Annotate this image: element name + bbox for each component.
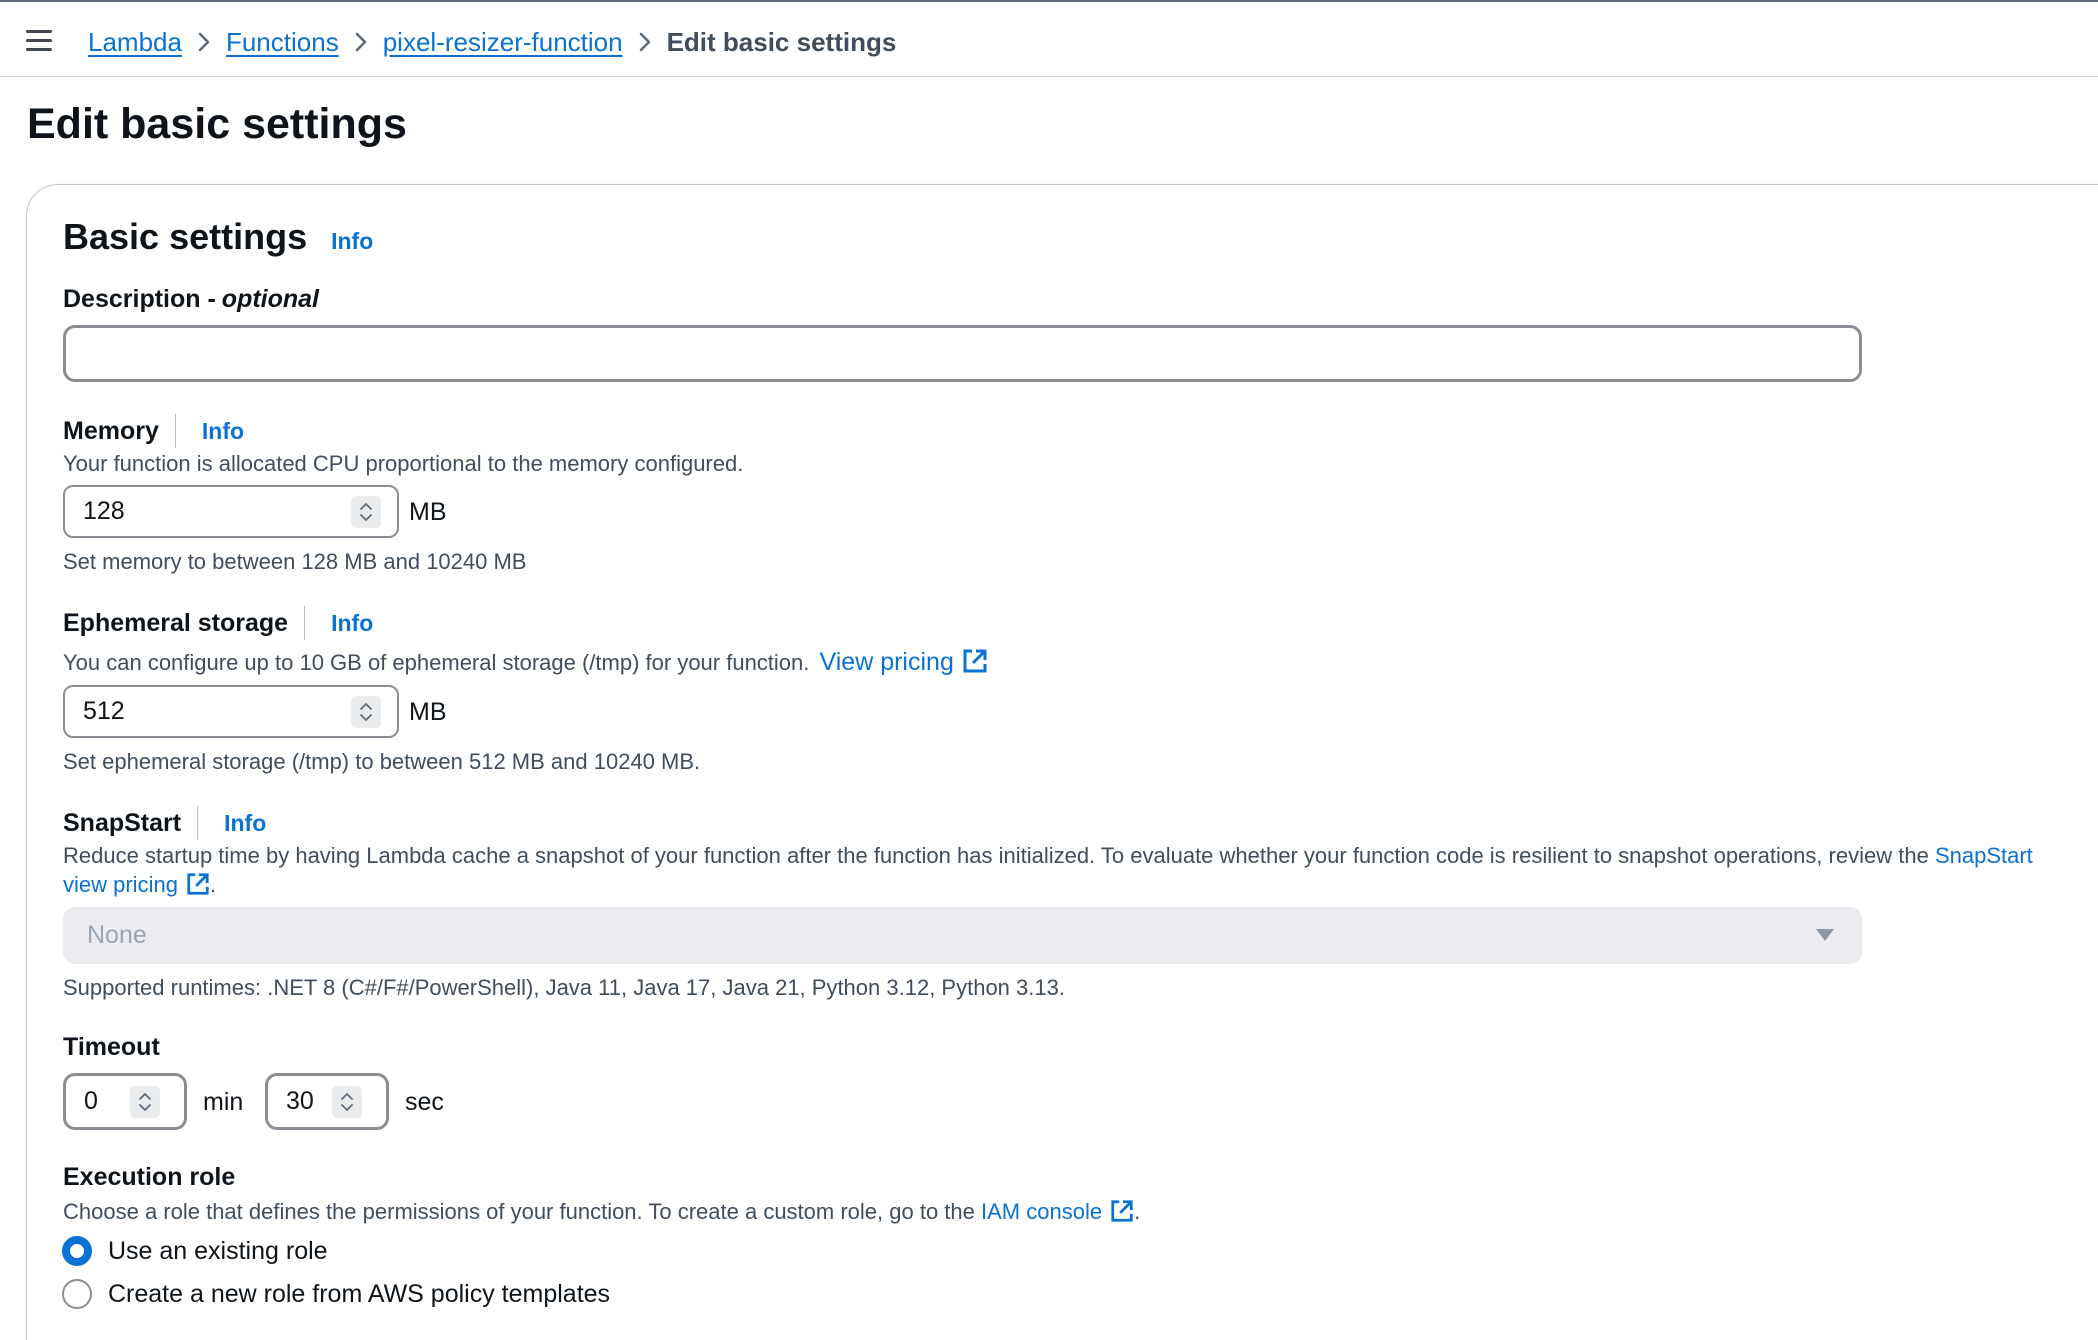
iam-console-link[interactable]: IAM console (981, 1199, 1134, 1224)
snapstart-view-pricing-link[interactable]: view pricing (63, 872, 210, 897)
iam-console-suffix: . (1134, 1199, 1141, 1224)
description-optional-text: optional (221, 285, 320, 313)
menu-icon[interactable] (26, 30, 52, 52)
ephemeral-storage-description: You can configure up to 10 GB of ephemer… (63, 648, 988, 677)
timeout-label-text: Timeout (63, 1033, 160, 1061)
snapstart-pricing-suffix: . (209, 872, 217, 897)
timeout-min-unit: min (203, 1088, 244, 1116)
stepper-icon[interactable] (351, 495, 381, 528)
memory-input[interactable]: 128 (63, 485, 399, 538)
timeout-seconds-value: 30 (286, 1087, 314, 1115)
view-pricing-link[interactable]: View pricing (820, 648, 988, 676)
execution-role-description-text: Choose a role that defines the permissio… (63, 1199, 975, 1224)
breadcrumb: Lambda Functions pixel-resizer-function … (88, 22, 896, 62)
page-title: Edit basic settings (27, 100, 407, 148)
basic-settings-info-link[interactable]: Info (331, 228, 373, 255)
radio-use-existing-role[interactable]: Use an existing role (62, 1236, 328, 1266)
stepper-icon[interactable] (351, 695, 381, 728)
ephemeral-storage-constraint: Set ephemeral storage (/tmp) to between … (63, 749, 701, 774)
execution-role-description: Choose a role that defines the permissio… (63, 1199, 1140, 1225)
execution-role-label: Execution role (63, 1163, 235, 1192)
timeout-minutes-value: 0 (84, 1087, 98, 1115)
snapstart-docs-link[interactable]: SnapStart (1935, 843, 2033, 868)
snapstart-label: SnapStart Info (63, 806, 266, 840)
ephemeral-storage-label: Ephemeral storage Info (63, 606, 373, 640)
snapstart-select[interactable]: None (63, 907, 1862, 964)
radio-button-selected[interactable] (62, 1236, 92, 1266)
snapstart-pricing-line: view pricing. (63, 872, 216, 898)
stepper-icon[interactable] (332, 1085, 362, 1118)
view-pricing-link-text: View pricing (819, 648, 954, 676)
snapstart-view-pricing-link-text: view pricing (63, 872, 178, 897)
memory-unit: MB (409, 498, 447, 526)
snapstart-info-link[interactable]: Info (224, 810, 266, 837)
ephemeral-storage-unit: MB (409, 698, 447, 726)
chevron-right-icon (339, 22, 383, 62)
caret-down-icon (1816, 929, 1834, 941)
timeout-label: Timeout (63, 1033, 160, 1062)
label-divider (304, 606, 306, 640)
iam-console-link-text: IAM console (981, 1199, 1103, 1224)
snapstart-selected-value: None (87, 921, 147, 949)
breadcrumb-current: Edit basic settings (666, 26, 897, 57)
snapstart-constraint: Supported runtimes: .NET 8 (C#/F#/PowerS… (63, 975, 1065, 1000)
execution-role-label-text: Execution role (63, 1163, 236, 1191)
label-divider (197, 806, 199, 840)
external-link-icon (187, 873, 209, 895)
breadcrumb-lambda[interactable]: Lambda (88, 27, 182, 58)
label-divider (174, 414, 176, 448)
memory-label-text: Memory (63, 416, 159, 445)
section-title: Basic settings (63, 216, 308, 257)
section-header: Basic settings Info (63, 216, 373, 258)
timeout-seconds-input[interactable]: 30 (265, 1073, 389, 1130)
snapstart-description: Reduce startup time by having Lambda cac… (63, 843, 2033, 869)
memory-description: Your function is allocated CPU proportio… (63, 451, 744, 476)
memory-label: Memory Info (63, 414, 244, 448)
timeout-minutes-input[interactable]: 0 (63, 1073, 187, 1130)
chevron-right-icon (623, 22, 667, 62)
radio-create-new-role[interactable]: Create a new role from AWS policy templa… (62, 1279, 610, 1309)
ephemeral-storage-label-text: Ephemeral storage (63, 608, 289, 637)
top-navigation-bar: Lambda Functions pixel-resizer-function … (0, 0, 2098, 77)
breadcrumb-functions[interactable]: Functions (226, 27, 339, 58)
snapstart-label-text: SnapStart (63, 808, 182, 837)
memory-value: 128 (83, 497, 125, 525)
timeout-sec-unit: sec (405, 1088, 444, 1116)
memory-constraint: Set memory to between 128 MB and 10240 M… (63, 549, 527, 574)
memory-info-link[interactable]: Info (202, 418, 244, 445)
description-input[interactable] (63, 325, 1862, 382)
stepper-icon[interactable] (130, 1085, 160, 1118)
external-link-icon (1111, 1200, 1133, 1222)
chevron-right-icon (182, 22, 226, 62)
breadcrumb-function-name[interactable]: pixel-resizer-function (383, 27, 623, 58)
radio-label-new-role: Create a new role from AWS policy templa… (108, 1279, 611, 1308)
ephemeral-storage-value: 512 (83, 697, 125, 725)
description-label: Description - optional (63, 285, 319, 314)
ephemeral-storage-input[interactable]: 512 (63, 685, 399, 738)
ephemeral-storage-info-link[interactable]: Info (331, 610, 373, 637)
radio-button[interactable] (62, 1279, 92, 1309)
snapstart-description-text: Reduce startup time by having Lambda cac… (63, 843, 1929, 868)
ephemeral-storage-description-text: You can configure up to 10 GB of ephemer… (63, 650, 810, 675)
description-label-text: Description - (63, 285, 216, 313)
radio-label-existing-role: Use an existing role (108, 1236, 328, 1265)
external-link-icon (963, 649, 987, 673)
